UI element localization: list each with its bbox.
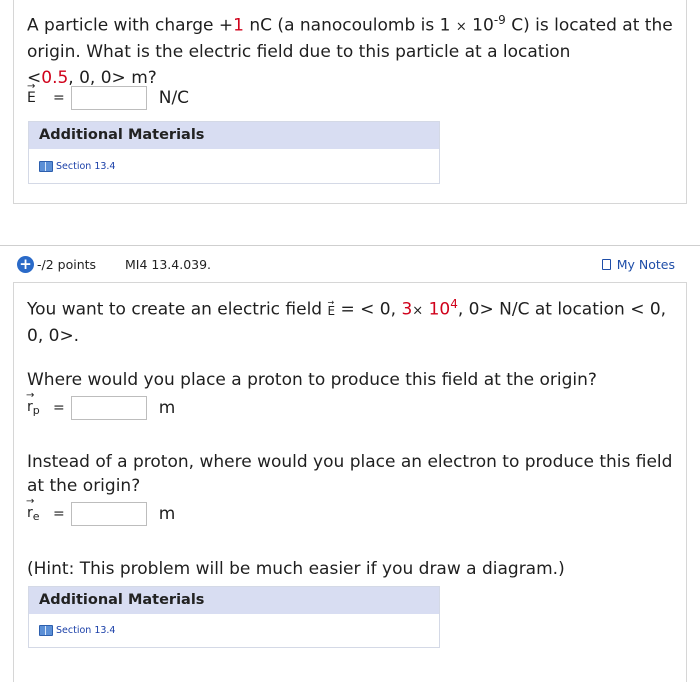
- field-answer-row: → E = N/C: [27, 81, 190, 110]
- additional-materials-heading: Additional Materials: [29, 587, 439, 614]
- proton-position-label: → rp: [26, 390, 40, 417]
- proton-position-input[interactable]: [70, 396, 147, 420]
- question-1-text: A particle with charge +1 nC (a nanocoul…: [27, 13, 673, 88]
- field-unit: N/C: [158, 88, 190, 108]
- proton-question: Where would you place a proton to produc…: [27, 370, 597, 390]
- charge-value: 1: [233, 15, 244, 36]
- question-divider: [0, 245, 700, 246]
- expand-plus-icon[interactable]: +: [17, 256, 34, 273]
- electron-position-input[interactable]: [70, 502, 147, 526]
- section-link-1[interactable]: Section 13.4: [39, 161, 115, 172]
- electron-question: Instead of a proton, where would you pla…: [27, 452, 673, 496]
- field-coefficient: 3: [401, 299, 413, 320]
- book-icon: [39, 625, 53, 636]
- additional-materials-1: Additional Materials Section 13.4: [28, 121, 440, 184]
- question-2-intro: You want to create an electric field → E …: [27, 297, 667, 346]
- proton-unit: m: [158, 398, 176, 418]
- location-x-value: 0.5: [41, 67, 69, 88]
- section-link-2[interactable]: Section 13.4: [39, 625, 115, 636]
- points-label: -/2 points: [37, 257, 97, 272]
- question-2-header: + -/2 points MI4 13.4.039. My Notes: [13, 251, 687, 279]
- note-icon: [601, 259, 611, 270]
- electron-unit: m: [158, 504, 176, 524]
- book-icon: [39, 161, 53, 172]
- additional-materials-heading: Additional Materials: [29, 122, 439, 149]
- proton-answer-row: → rp = m: [26, 390, 176, 420]
- electron-answer-row: → re = m: [26, 496, 176, 526]
- hint-text: (Hint: This problem will be much easier …: [27, 559, 565, 579]
- field-vector-label: → E: [27, 81, 36, 106]
- question-id: MI4 13.4.039.: [125, 257, 212, 272]
- my-notes-button[interactable]: My Notes: [601, 257, 675, 272]
- electron-position-label: → re: [26, 496, 40, 523]
- additional-materials-2: Additional Materials Section 13.4: [28, 586, 440, 648]
- field-answer-input[interactable]: [70, 86, 147, 110]
